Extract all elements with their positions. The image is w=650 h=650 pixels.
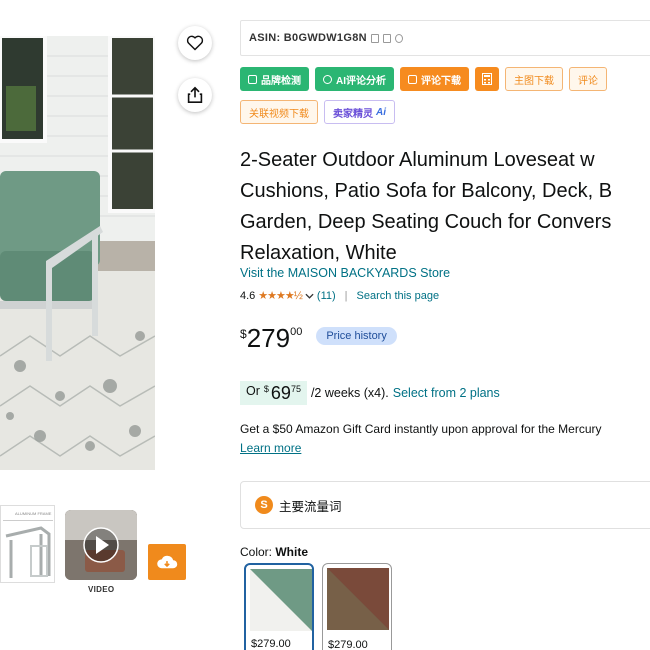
rating-row: 4.6 ★★★★½ (11) | Search this page bbox=[240, 289, 440, 303]
cloud-download-icon bbox=[157, 555, 178, 569]
doc-icon[interactable] bbox=[382, 33, 391, 43]
installment-period: /2 weeks (x4). bbox=[310, 386, 389, 400]
price-whole: 279 bbox=[246, 323, 291, 353]
gift-card-offer: Get a $50 Amazon Gift Card instantly upo… bbox=[240, 422, 602, 436]
plugin-toolbar-row2: 关联视频下载 卖家精灵 Ai bbox=[240, 100, 395, 124]
ai-review-analysis-button[interactable]: AI评论分析 bbox=[315, 67, 394, 91]
star-rating-icon[interactable]: ★★★★½ bbox=[258, 289, 303, 302]
thumbnail-caption: ALUMINUM FRAME bbox=[15, 511, 52, 516]
asin-text: ASIN: B0GWDW1G8N bbox=[249, 32, 367, 44]
video-preview-illustration bbox=[65, 510, 137, 580]
patio-scene-illustration bbox=[0, 36, 155, 470]
seller-sprite-button[interactable]: 卖家精灵 Ai bbox=[324, 100, 395, 124]
product-title: 2-Seater Outdoor Aluminum Loveseat w Cus… bbox=[240, 149, 613, 264]
search-this-page-link[interactable]: Search this page bbox=[357, 290, 440, 302]
brand-check-button[interactable]: 品牌检测 bbox=[240, 67, 309, 91]
selected-color: White bbox=[275, 545, 309, 559]
thumbnail-image[interactable]: ALUMINUM FRAME bbox=[0, 505, 55, 583]
share-button[interactable] bbox=[178, 78, 212, 112]
installment-price: Or $ 69 75 bbox=[240, 381, 307, 405]
color-swatch-brown[interactable]: $279.00 bbox=[322, 563, 392, 650]
price-block: $ 279 00 Price history bbox=[240, 323, 397, 353]
chat-icon bbox=[408, 74, 417, 84]
swatch-price: $279.00 bbox=[251, 638, 291, 650]
thumbnail-chair-illustration bbox=[3, 520, 53, 578]
color-swatch-white[interactable]: $279.00 bbox=[244, 563, 314, 650]
copy-icon[interactable] bbox=[370, 33, 379, 43]
main-product-image[interactable] bbox=[0, 36, 155, 470]
select-plans-link[interactable]: Select from 2 plans bbox=[393, 386, 500, 400]
chevron-down-icon[interactable] bbox=[305, 293, 314, 299]
main-image-download-button[interactable]: 主图下载 bbox=[505, 67, 563, 91]
wishlist-button[interactable] bbox=[178, 26, 212, 60]
review-download-button[interactable]: 评论下载 bbox=[400, 67, 469, 91]
traffic-keywords-label: 主要流量词 bbox=[279, 499, 342, 514]
color-selector-label: Color: White bbox=[240, 545, 309, 559]
ai-badge: Ai bbox=[376, 106, 386, 118]
location-icon[interactable] bbox=[394, 33, 403, 43]
price-history-button[interactable]: Price history bbox=[316, 327, 397, 345]
plugin-toolbar-row1: 品牌检测 AI评论分析 评论下载 主图下载 评论 bbox=[240, 67, 607, 91]
related-video-download-button[interactable]: 关联视频下载 bbox=[240, 100, 318, 124]
store-link[interactable]: Visit the MAISON BACKYARDS Store bbox=[240, 266, 450, 280]
swatch-brown-image bbox=[327, 568, 389, 630]
installment-row: Or $ 69 75 /2 weeks (x4). Select from 2 … bbox=[240, 381, 500, 405]
swatch-price: $279.00 bbox=[328, 639, 368, 650]
share-icon bbox=[187, 86, 203, 103]
learn-more-link[interactable]: Learn more bbox=[240, 441, 301, 455]
calculator-button[interactable] bbox=[475, 67, 499, 91]
review-button[interactable]: 评论 bbox=[569, 67, 607, 91]
review-count-link[interactable]: (11) bbox=[317, 290, 336, 302]
heart-icon bbox=[186, 35, 204, 51]
video-thumbnail[interactable] bbox=[65, 510, 137, 580]
keyword-s-icon: S bbox=[255, 496, 273, 514]
product-details: ASIN: B0GWDW1G8N 品牌检测 AI评论分析 评论下载 主图下载 评… bbox=[240, 20, 650, 650]
traffic-keywords-panel[interactable]: S 主要流量词 bbox=[240, 481, 650, 529]
price-fraction: 00 bbox=[290, 326, 303, 338]
calculator-icon bbox=[482, 73, 492, 85]
download-images-button[interactable] bbox=[148, 544, 186, 580]
price-symbol: $ bbox=[240, 327, 247, 341]
ai-analysis-icon bbox=[323, 74, 332, 84]
video-label: VIDEO bbox=[88, 585, 115, 594]
brand-check-icon bbox=[248, 74, 257, 84]
swatch-white-image bbox=[250, 569, 312, 631]
asin-bar: ASIN: B0GWDW1G8N bbox=[240, 20, 650, 56]
rating-value: 4.6 bbox=[240, 289, 256, 302]
